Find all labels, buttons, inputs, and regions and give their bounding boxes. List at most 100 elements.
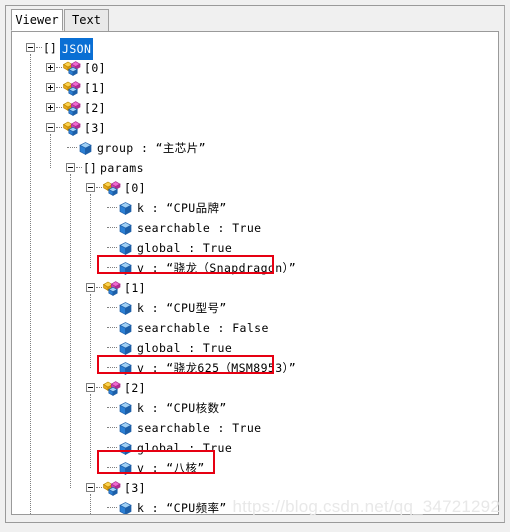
tree-connector	[96, 187, 102, 189]
collapse-icon[interactable]	[26, 43, 35, 52]
tree-row[interactable]: global : True	[12, 438, 498, 458]
tree-node-label: k : “CPU型号”	[137, 301, 227, 315]
tree-guide-line	[90, 294, 92, 368]
tree-connector	[107, 307, 117, 309]
value-cube-icon	[119, 502, 135, 514]
object-node-icon	[63, 81, 81, 96]
tree-connector	[107, 327, 117, 329]
tree-connector	[107, 367, 117, 369]
expand-icon[interactable]	[46, 63, 55, 72]
value-cube-icon	[79, 142, 95, 156]
tab-viewer[interactable]: Viewer	[11, 9, 63, 31]
tree-row[interactable]: v : “骁龙625（MSM8953）”	[12, 358, 498, 378]
tree-guide-line	[90, 194, 92, 268]
object-node-icon	[103, 381, 121, 396]
tree-node-label: searchable : False	[137, 321, 269, 335]
tree-node-label: [2]	[84, 101, 106, 115]
tree-guide-line	[90, 494, 92, 514]
value-cube-icon	[119, 222, 135, 236]
tree-row[interactable]: [0]	[12, 58, 498, 78]
tree-node-label: [1]	[124, 281, 146, 295]
json-viewer-window: Viewer Text [] JSON [0] [1] [2] [3] group : “主…	[0, 0, 510, 532]
tree-row[interactable]: [] JSON	[12, 38, 498, 60]
tree-row[interactable]: searchable : True	[12, 418, 498, 438]
tree-row[interactable]: group : “主芯片”	[12, 138, 498, 158]
watermark-text: https://blog.csdn.net/qq_34721292	[232, 497, 500, 516]
tree-row[interactable]: [0]	[12, 178, 498, 198]
tree-row[interactable]: global : True	[12, 338, 498, 358]
array-brackets-icon: []	[83, 161, 97, 175]
value-cube-icon	[119, 442, 135, 456]
tree-connector	[67, 147, 77, 149]
tree-row[interactable]: k : “CPU品牌”	[12, 198, 498, 218]
tree-row[interactable]: [3]	[12, 478, 498, 498]
value-cube-icon	[119, 262, 135, 276]
value-cube-icon	[119, 242, 135, 256]
tree-guide-line	[70, 174, 72, 488]
expand-icon[interactable]	[46, 83, 55, 92]
json-tree-panel[interactable]: [] JSON [0] [1] [2] [3] group : “主芯片”[] params[…	[11, 31, 499, 515]
tree-guide-line	[50, 134, 52, 168]
value-cube-icon	[119, 422, 135, 436]
object-node-icon	[103, 481, 121, 496]
tree-connector	[56, 67, 62, 69]
tree-connector	[36, 47, 42, 49]
value-cube-icon	[119, 302, 135, 316]
value-cube-icon	[119, 202, 135, 216]
tree-row[interactable]: [2]	[12, 378, 498, 398]
tree-node-label: searchable : True	[137, 421, 262, 435]
json-tree: [] JSON [0] [1] [2] [3] group : “主芯片”[] params[…	[12, 32, 498, 514]
tree-row[interactable]: global : True	[12, 238, 498, 258]
tree-row[interactable]: v : “八核”	[12, 458, 498, 478]
tab-strip: Viewer Text	[6, 6, 504, 31]
collapse-icon[interactable]	[86, 383, 95, 392]
value-cube-icon	[119, 462, 135, 476]
collapse-icon[interactable]	[86, 483, 95, 492]
tree-row[interactable]: k : “CPU核数”	[12, 398, 498, 418]
tree-node-label: k : “CPU核数”	[137, 401, 227, 415]
tree-node-label: global : True	[137, 441, 233, 455]
tree-connector	[107, 447, 117, 449]
collapse-icon[interactable]	[86, 183, 95, 192]
tree-node-label: JSON	[60, 38, 94, 60]
tree-row[interactable]: [3]	[12, 118, 498, 138]
tree-row[interactable]: searchable : True	[12, 218, 498, 238]
tree-node-label: [3]	[84, 121, 106, 135]
tree-node-label: v : “骁龙（Snapdragon）”	[137, 261, 297, 275]
object-node-icon	[63, 61, 81, 76]
object-node-icon	[63, 101, 81, 116]
tab-text[interactable]: Text	[64, 9, 109, 31]
tree-node-label: k : “CPU品牌”	[137, 201, 227, 215]
tree-node-label: global : True	[137, 341, 233, 355]
tree-node-label: group : “主芯片”	[97, 141, 206, 155]
value-cube-icon	[119, 342, 135, 356]
collapse-icon[interactable]	[46, 123, 55, 132]
tab-text-label: Text	[72, 13, 101, 27]
tree-connector	[56, 87, 62, 89]
tree-row[interactable]: k : “CPU型号”	[12, 298, 498, 318]
tree-connector	[107, 407, 117, 409]
collapse-icon[interactable]	[86, 283, 95, 292]
tree-connector	[56, 127, 62, 129]
expand-icon[interactable]	[46, 103, 55, 112]
tree-row[interactable]: [1]	[12, 278, 498, 298]
tree-row[interactable]: v : “骁龙（Snapdragon）”	[12, 258, 498, 278]
tree-row[interactable]: [] params	[12, 158, 498, 178]
tree-node-label: searchable : True	[137, 221, 262, 235]
tree-node-label: k : “CPU频率”	[137, 501, 227, 515]
tree-node-label: global : True	[137, 241, 233, 255]
tree-node-label: [0]	[124, 181, 146, 195]
tree-connector	[96, 287, 102, 289]
tree-row[interactable]: [1]	[12, 78, 498, 98]
object-node-icon	[103, 281, 121, 296]
tree-guide-line	[30, 54, 32, 514]
tree-node-label: [2]	[124, 381, 146, 395]
object-node-icon	[103, 181, 121, 196]
tree-row[interactable]: [2]	[12, 98, 498, 118]
tree-row[interactable]: searchable : False	[12, 318, 498, 338]
collapse-icon[interactable]	[66, 163, 75, 172]
tree-connector	[107, 507, 117, 509]
tree-node-label: v : “八核”	[137, 461, 205, 475]
tree-connector	[107, 207, 117, 209]
tree-node-label: [1]	[84, 81, 106, 95]
